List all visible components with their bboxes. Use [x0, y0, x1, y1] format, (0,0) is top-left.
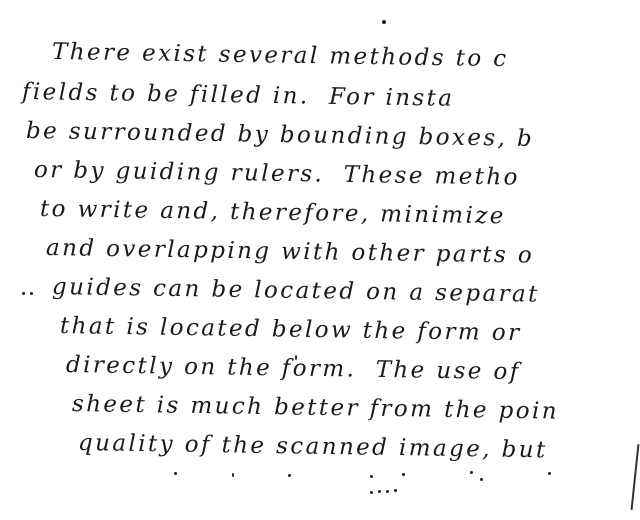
scan-speck [370, 491, 373, 494]
text-line-3: be surrounded by bounding boxes, b [25, 118, 535, 152]
text-line-9: directly on the form. The use of [65, 352, 521, 386]
cut-off-text-line [170, 470, 570, 494]
scanned-page: There exist several methods to c fields … [0, 0, 640, 520]
scan-speck [378, 490, 381, 493]
scan-speck [288, 474, 291, 477]
text-line-7: guides can be located on a separat [51, 274, 540, 308]
text-line-8: that is located below the form or [59, 313, 522, 347]
scan-speck [386, 490, 389, 493]
scan-speck [370, 475, 373, 478]
text-line-2: fields to be filled in. For insta [21, 79, 455, 112]
text-line-6: and overlapping with other parts o [45, 235, 535, 269]
text-line-1: There exist several methods to c [51, 39, 509, 73]
text-line-5: to write and, therefore, minimize [39, 196, 506, 230]
scan-speck [30, 292, 33, 295]
scan-speck [402, 473, 405, 476]
scan-edge-mark [630, 444, 640, 510]
scan-speck [480, 478, 483, 481]
text-line-11: quality of the scanned image, but [77, 430, 548, 464]
text-line-10: sheet is much better from the poin [71, 391, 560, 425]
scan-speck [548, 472, 551, 475]
scan-speck [394, 489, 397, 492]
scan-speck [232, 473, 234, 477]
scan-speck [382, 20, 386, 24]
scan-speck [470, 471, 473, 474]
scan-speck [174, 472, 177, 475]
text-line-4: or by guiding rulers. These metho [33, 157, 521, 191]
scan-speck [22, 292, 25, 295]
scan-speck [295, 355, 297, 360]
